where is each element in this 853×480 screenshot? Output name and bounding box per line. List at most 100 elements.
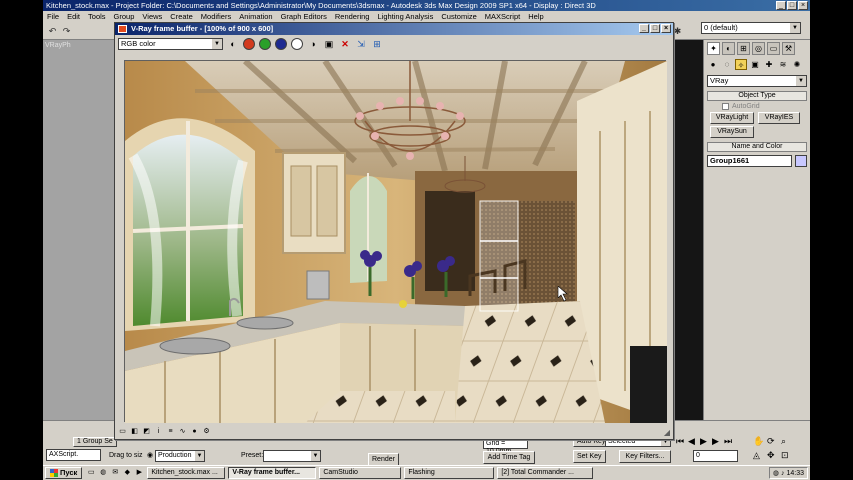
menu-help[interactable]: Help bbox=[524, 11, 547, 22]
vfb-title-bar[interactable]: V-Ray frame buffer - [100% of 900 x 600]… bbox=[115, 23, 673, 35]
walk-icon[interactable]: ✥ bbox=[767, 450, 775, 460]
menu-animation[interactable]: Animation bbox=[235, 11, 276, 22]
taskbar-item-camstudio[interactable]: CamStudio bbox=[319, 467, 402, 479]
maxscript-listener[interactable]: AXScript. bbox=[46, 449, 101, 461]
browser-icon[interactable]: ◍ bbox=[98, 468, 108, 478]
taskbar-item-vfb[interactable]: V-Ray frame buffer... bbox=[228, 467, 317, 479]
menu-tools[interactable]: Tools bbox=[84, 11, 110, 22]
vraysun-button[interactable]: VRaySun bbox=[710, 126, 754, 138]
track-mouse-icon[interactable]: ⇲ bbox=[355, 38, 367, 50]
motion-tab-icon[interactable]: ◎ bbox=[752, 42, 765, 55]
tray-icon[interactable]: ◍ bbox=[773, 469, 779, 477]
curves-icon[interactable]: ∿ bbox=[178, 427, 187, 436]
rendered-image[interactable] bbox=[124, 60, 667, 423]
menu-group[interactable]: Group bbox=[110, 11, 139, 22]
menu-rendering[interactable]: Rendering bbox=[331, 11, 374, 22]
minimize-button[interactable]: _ bbox=[776, 1, 786, 10]
go-to-start-icon[interactable]: ⏮ bbox=[676, 436, 684, 446]
autogrid-checkbox[interactable]: AutoGrid bbox=[722, 103, 807, 110]
menu-create[interactable]: Create bbox=[166, 11, 197, 22]
zoom-icon[interactable]: ⌕ bbox=[781, 436, 786, 446]
mail-icon[interactable]: ✉ bbox=[110, 468, 120, 478]
blue-channel-button[interactable] bbox=[275, 37, 287, 50]
vraylight-button[interactable]: VRayLight bbox=[710, 112, 754, 124]
pan-icon[interactable]: ✋ bbox=[753, 436, 764, 446]
white-channel-button[interactable] bbox=[291, 37, 303, 50]
vfb-minimize-button[interactable]: _ bbox=[639, 24, 649, 33]
mono-channel-icon[interactable]: ◑ bbox=[307, 38, 319, 50]
create-tab-icon[interactable]: ✦ bbox=[707, 42, 720, 55]
menu-modifiers[interactable]: Modifiers bbox=[197, 11, 235, 22]
levels-icon[interactable]: ≡ bbox=[166, 427, 175, 436]
object-color-swatch[interactable] bbox=[795, 155, 807, 167]
render-mode-dropdown[interactable]: Production ▼ bbox=[155, 450, 205, 462]
correction-icon[interactable]: ◩ bbox=[142, 427, 151, 436]
redo-icon[interactable]: ↷ bbox=[60, 25, 73, 37]
category-dropdown[interactable]: VRay ▼ bbox=[707, 75, 807, 87]
name-and-color-rollout[interactable]: Name and Color bbox=[707, 142, 807, 152]
lights-icon[interactable]: ✧ bbox=[735, 59, 747, 70]
srgb-icon[interactable]: ● bbox=[190, 427, 199, 436]
save-image-icon[interactable]: ▣ bbox=[323, 38, 335, 50]
object-name-field[interactable]: Group1661 bbox=[707, 155, 792, 167]
play-icon[interactable]: ▶ bbox=[700, 436, 707, 446]
next-frame-icon[interactable]: ▶ bbox=[712, 436, 719, 446]
go-to-end-icon[interactable]: ⏭ bbox=[724, 436, 732, 446]
orbit-icon[interactable]: ⟳ bbox=[767, 436, 775, 446]
previous-frame-icon[interactable]: ◀ bbox=[688, 436, 695, 446]
preset-dropdown[interactable]: ▼ bbox=[263, 450, 321, 462]
set-key-button[interactable]: Set Key bbox=[573, 450, 606, 463]
utilities-tab-icon[interactable]: ⚒ bbox=[782, 42, 795, 55]
maximize-viewport-icon[interactable]: ⊡ bbox=[781, 450, 789, 460]
current-frame-field[interactable]: 0 bbox=[693, 450, 738, 462]
desktop-icon[interactable]: ▭ bbox=[86, 468, 96, 478]
maximize-button[interactable]: □ bbox=[787, 1, 797, 10]
green-channel-button[interactable] bbox=[259, 37, 271, 50]
taskbar-item-3dsmax[interactable]: Kitchen_stock.max ... bbox=[147, 467, 226, 479]
shapes-icon[interactable]: ◌ bbox=[721, 59, 733, 70]
channel-dropdown[interactable]: RGB color ▼ bbox=[118, 37, 223, 50]
taskbar-item-flashing[interactable]: Flashing bbox=[404, 467, 495, 479]
hierarchy-tab-icon[interactable]: ⊞ bbox=[737, 42, 750, 55]
menu-views[interactable]: Views bbox=[138, 11, 166, 22]
display-icon[interactable]: ▭ bbox=[118, 427, 127, 436]
menu-maxscript[interactable]: MAXScript bbox=[481, 11, 524, 22]
region-render-icon[interactable]: ⊞ bbox=[371, 38, 383, 50]
vrayies-button[interactable]: VRayIES bbox=[758, 112, 800, 124]
vray-frame-buffer-window[interactable]: V-Ray frame buffer - [100% of 900 x 600]… bbox=[114, 22, 674, 440]
menu-edit[interactable]: Edit bbox=[63, 11, 84, 22]
clear-image-icon[interactable]: ✕ bbox=[339, 38, 351, 50]
radio-icon[interactable]: ◉ bbox=[147, 451, 153, 461]
menu-file[interactable]: File bbox=[43, 11, 63, 22]
info-icon[interactable]: i bbox=[154, 427, 163, 436]
app-icon[interactable]: ◆ bbox=[122, 468, 132, 478]
red-channel-button[interactable] bbox=[243, 37, 255, 50]
settings-icon[interactable]: ⚙ bbox=[202, 427, 211, 436]
menu-lighting-analysis[interactable]: Lighting Analysis bbox=[373, 11, 437, 22]
key-filters-button[interactable]: Key Filters... bbox=[619, 450, 671, 463]
undo-icon[interactable]: ↶ bbox=[46, 25, 59, 37]
add-time-tag-button[interactable]: Add Time Tag bbox=[483, 451, 535, 464]
taskbar-item-total-commander[interactable]: [2] Total Commander ... bbox=[497, 467, 594, 479]
resize-grip-icon[interactable]: ◢ bbox=[664, 428, 670, 437]
menu-customize[interactable]: Customize bbox=[437, 11, 480, 22]
lut-icon[interactable]: ◧ bbox=[130, 427, 139, 436]
systems-icon[interactable]: ✺ bbox=[791, 59, 803, 70]
vfb-maximize-button[interactable]: □ bbox=[650, 24, 660, 33]
helpers-icon[interactable]: ✚ bbox=[763, 59, 775, 70]
alpha-channel-icon[interactable]: ◐ bbox=[227, 38, 239, 50]
vfb-close-button[interactable]: × bbox=[661, 24, 671, 33]
start-button[interactable]: Пуск bbox=[45, 467, 83, 479]
object-type-rollout[interactable]: Object Type bbox=[707, 91, 807, 101]
close-button[interactable]: × bbox=[798, 1, 808, 10]
main-title-bar[interactable]: Kitchen_stock.max - Project Folder: C:\D… bbox=[43, 0, 810, 11]
media-icon[interactable]: ▶ bbox=[134, 468, 144, 478]
volume-icon[interactable]: ♪ bbox=[781, 470, 785, 477]
display-tab-icon[interactable]: ▭ bbox=[767, 42, 780, 55]
cameras-icon[interactable]: ▣ bbox=[749, 59, 761, 70]
menu-graph-editors[interactable]: Graph Editors bbox=[277, 11, 331, 22]
layer-dropdown[interactable]: 0 (default) ▼ bbox=[701, 22, 801, 34]
geometry-icon[interactable]: ● bbox=[707, 59, 719, 70]
field-of-view-icon[interactable]: ◬ bbox=[753, 450, 760, 460]
modify-tab-icon[interactable]: ◐ bbox=[722, 42, 735, 55]
